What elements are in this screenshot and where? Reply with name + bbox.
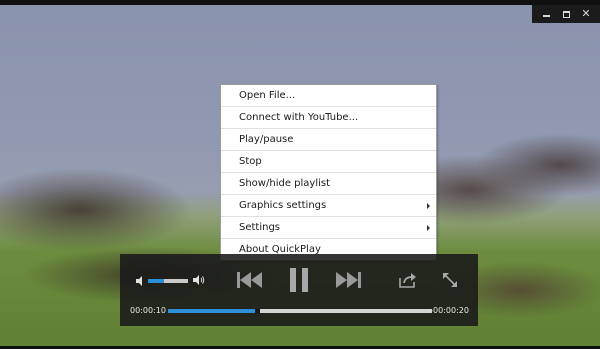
pause-icon[interactable] [287,267,311,293]
menu-item-show-hide-playlist[interactable]: Show/hide playlist [221,173,436,195]
menu-item-open-file[interactable]: Open File... [221,85,436,107]
submenu-arrow-icon [427,225,430,231]
menu-item-label: Stop [239,156,262,167]
menu-item-graphics-settings[interactable]: Graphics settings [221,195,436,217]
volume-level [148,279,164,283]
volume-high-icon[interactable] [193,274,205,286]
title-bar [0,0,600,5]
minimize-icon[interactable] [539,7,553,21]
window-controls: ✕ [532,5,600,23]
close-icon[interactable]: ✕ [579,7,593,21]
menu-item-label: Settings [239,222,281,233]
previous-icon[interactable] [237,271,263,289]
menu-item-label: Graphics settings [239,200,327,211]
menu-item-label: Open File... [239,90,296,101]
seek-handle[interactable] [255,309,261,313]
share-icon[interactable] [399,272,417,288]
player-controls: 00:00:10 -00:00:20 [120,254,478,326]
volume-slider[interactable] [148,279,188,283]
menu-item-play-pause[interactable]: Play/pause [221,129,436,151]
menu-item-label: Show/hide playlist [239,178,331,189]
seek-progress [168,309,256,313]
maximize-icon[interactable] [559,7,573,21]
menu-item-stop[interactable]: Stop [221,151,436,173]
fullscreen-icon[interactable] [443,273,457,287]
menu-item-label: Play/pause [239,134,294,145]
player-window: ✕ Open File... Connect with YouTube... P… [0,0,600,349]
next-icon[interactable] [335,271,361,289]
volume-low-icon[interactable] [136,276,146,286]
menu-item-settings[interactable]: Settings [221,217,436,239]
seek-bar[interactable] [168,309,432,313]
menu-item-label: Connect with YouTube... [239,112,359,123]
elapsed-time: 00:00:10 [130,306,166,315]
menu-item-connect-youtube[interactable]: Connect with YouTube... [221,107,436,129]
context-menu: Open File... Connect with YouTube... Pla… [220,84,437,261]
submenu-arrow-icon [427,203,430,209]
remaining-time: -00:00:20 [430,306,469,315]
